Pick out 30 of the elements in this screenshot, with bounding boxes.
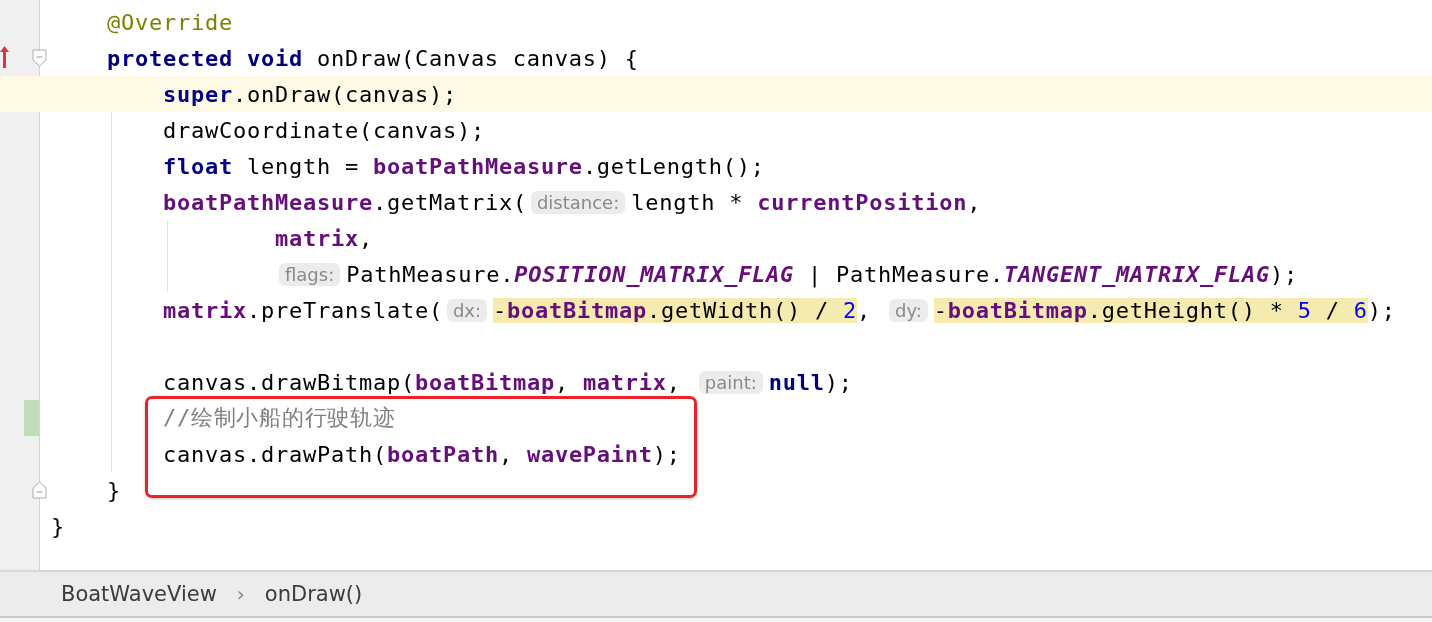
up-arrow-icon[interactable] (0, 46, 9, 68)
code-text: protected void onDraw(Canvas canvas) { (107, 45, 639, 71)
change-marker[interactable] (24, 400, 39, 436)
breadcrumb-separator: › (236, 582, 245, 606)
code-text: } (51, 513, 65, 539)
code-annotation: @Override (107, 9, 233, 35)
code-text: length * currentPosition, (631, 189, 982, 215)
parameter-hint: distance: (530, 190, 626, 214)
code-text: -boatBitmap.getHeight() * 5 / 6); (933, 297, 1396, 323)
code-text: matrix, (275, 225, 373, 251)
parameter-hint: dy: (888, 298, 928, 322)
code-text: } (107, 477, 121, 503)
parameter-hint: flags: (279, 262, 341, 286)
parameter-hint: dx: (446, 298, 488, 322)
code-comment: //绘制小船的行驶轨迹 (163, 404, 396, 432)
code-editor[interactable] (0, 0, 1432, 570)
breadcrumb-item[interactable]: onDraw() (264, 582, 363, 606)
code-text: super.onDraw(canvas); (163, 81, 457, 107)
code-text: PathMeasure.POSITION_MATRIX_FLAG | PathMeasure.TANGENT_MATRIX_FLAG); (346, 261, 1298, 287)
code-text: canvas.drawPath(boatPath, wavePaint); (163, 441, 681, 467)
code-text: matrix.preTranslate( (163, 297, 443, 323)
breadcrumb-item[interactable]: BoatWaveView (61, 582, 217, 606)
code-text: drawCoordinate(canvas); (163, 117, 485, 143)
fold-icon[interactable] (32, 49, 47, 67)
fold-icon[interactable] (32, 481, 47, 499)
code-text: canvas.drawBitmap(boatBitmap, matrix, (163, 369, 682, 395)
code-text: float length = boatPathMeasure.getLength(); (163, 153, 765, 179)
parameter-hint: paint: (698, 370, 763, 394)
code-text: null); (768, 369, 853, 395)
code-text: boatPathMeasure.getMatrix( (163, 189, 527, 215)
